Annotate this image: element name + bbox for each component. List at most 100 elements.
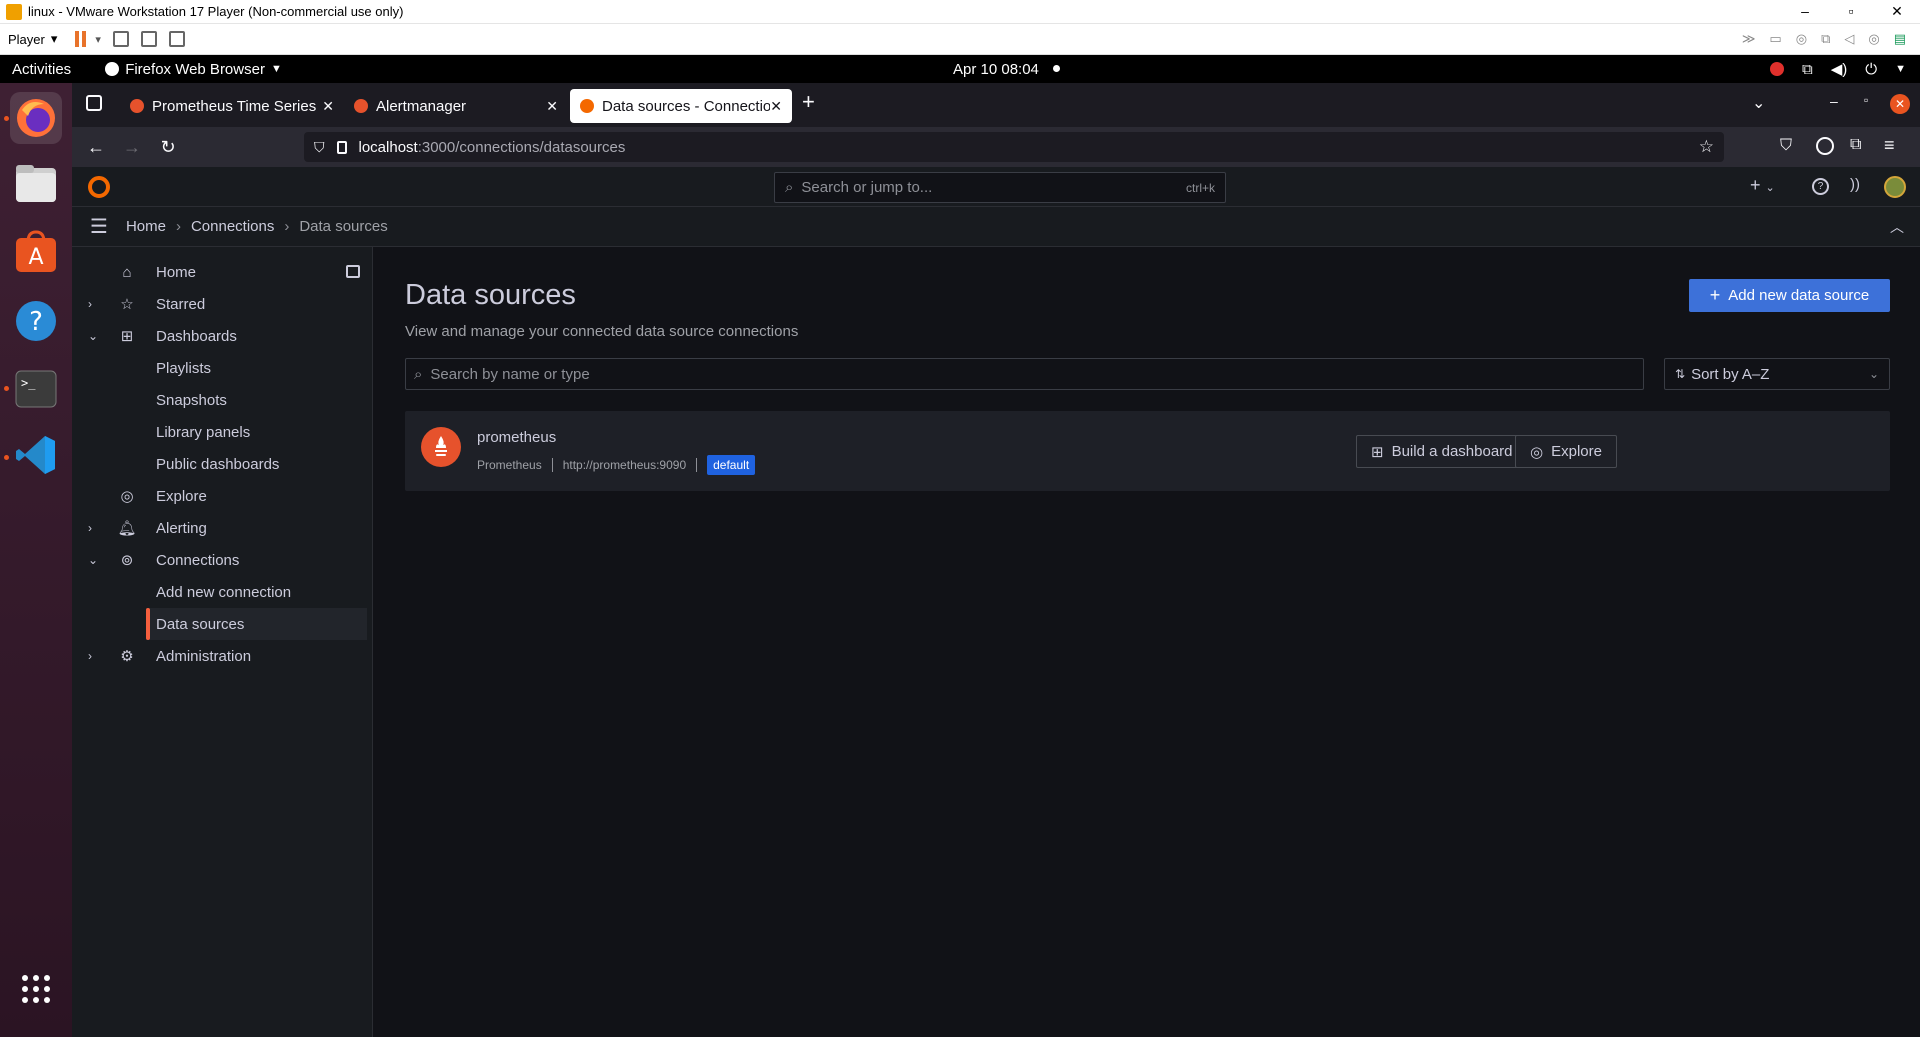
chevron-down-icon[interactable]: ⌄ bbox=[88, 329, 98, 343]
nav-item-data-sources[interactable]: Data sources bbox=[146, 608, 367, 640]
activities-button[interactable]: Activities bbox=[12, 61, 71, 78]
build-dashboard-label: Build a dashboard bbox=[1391, 443, 1513, 460]
terminal-icon[interactable]: >_ bbox=[10, 363, 62, 415]
forward-button[interactable]: → bbox=[114, 137, 150, 158]
sound-icon[interactable]: ◁ bbox=[1844, 31, 1854, 47]
grafana-logo-icon[interactable] bbox=[88, 176, 110, 198]
connections-icon: ⊚ bbox=[120, 552, 134, 569]
message-log-icon[interactable]: ▤ bbox=[1894, 31, 1906, 47]
clock[interactable]: Apr 10 08:04 bbox=[953, 61, 1039, 78]
nav-item-connections[interactable]: ⌄ ⊚ Connections bbox=[72, 544, 373, 576]
app-center-icon[interactable]: A bbox=[10, 226, 62, 278]
global-search-input[interactable]: ⌕ Search or jump to... ctrl+k bbox=[774, 172, 1226, 203]
minimize-button[interactable]: – bbox=[1782, 3, 1828, 20]
volume-icon[interactable]: ◀) bbox=[1831, 60, 1848, 78]
nav-label: Administration bbox=[156, 647, 252, 665]
close-icon[interactable]: ✕ bbox=[770, 98, 782, 115]
url-bar[interactable]: ⛉ localhost:3000/connections/datasources… bbox=[304, 132, 1724, 162]
close-window-button[interactable]: ✕ bbox=[1890, 94, 1910, 114]
close-icon[interactable]: ✕ bbox=[322, 98, 334, 115]
tab-prometheus[interactable]: Prometheus Time Series ✕ bbox=[120, 89, 344, 123]
active-indicator bbox=[146, 608, 150, 640]
nav-item-snapshots[interactable]: Snapshots bbox=[72, 384, 373, 416]
explore-button[interactable]: ◎ Explore bbox=[1515, 435, 1617, 468]
firefox-tab-strip: Prometheus Time Series ✕ Alertmanager ✕ … bbox=[72, 83, 1920, 127]
breadcrumb-connections[interactable]: Connections bbox=[191, 218, 274, 235]
tab-data-sources[interactable]: Data sources - Connectio ✕ bbox=[570, 89, 792, 123]
help-icon[interactable]: ? bbox=[10, 295, 62, 347]
back-button[interactable]: ← bbox=[78, 137, 114, 158]
nav-item-library-panels[interactable]: Library panels bbox=[72, 416, 373, 448]
chevron-right-icon[interactable]: › bbox=[88, 297, 92, 311]
data-source-search-input[interactable]: ⌕ Search by name or type bbox=[405, 358, 1644, 390]
restore-button[interactable]: ▫ bbox=[1864, 93, 1868, 107]
extensions-icon[interactable]: ⧉ bbox=[1850, 136, 1861, 154]
player-menu[interactable]: Player ▾ bbox=[8, 31, 57, 47]
news-feed-icon[interactable]: )) bbox=[1850, 176, 1860, 193]
bookmark-star-icon[interactable]: ☆ bbox=[1699, 137, 1714, 157]
plus-icon: + bbox=[1709, 285, 1721, 305]
nav-item-playlists[interactable]: Playlists bbox=[72, 352, 373, 384]
home-icon: ⌂ bbox=[122, 263, 132, 281]
network-icon[interactable]: ⧉ bbox=[1821, 31, 1830, 47]
nav-item-add-new-connection[interactable]: Add new connection bbox=[72, 576, 373, 608]
nav-item-public-dashboards[interactable]: Public dashboards bbox=[72, 448, 373, 480]
page-info-icon[interactable] bbox=[336, 140, 347, 154]
grafana-top-bar: ⌕ Search or jump to... ctrl+k + ⌄ ? )) bbox=[72, 167, 1920, 207]
hard-disk-icon[interactable]: ▭ bbox=[1769, 31, 1781, 47]
app-grid-icon[interactable] bbox=[10, 963, 62, 1015]
forward-devices-icon[interactable]: ≫ bbox=[1742, 31, 1756, 47]
nav-item-explore[interactable]: ◎ Explore bbox=[72, 480, 373, 512]
list-all-tabs-icon[interactable]: ⌄ bbox=[1752, 93, 1765, 113]
gnome-top-bar: Activities Firefox Web Browser ▼ Apr 10 … bbox=[0, 55, 1920, 83]
new-tab-button[interactable]: + bbox=[802, 89, 815, 115]
nav-item-home[interactable]: ⌂ Home bbox=[72, 256, 373, 288]
help-icon[interactable]: ? bbox=[1812, 178, 1829, 195]
sort-select[interactable]: ⇅ Sort by A–Z ⌄ bbox=[1664, 358, 1890, 390]
firefox-icon[interactable] bbox=[10, 92, 62, 144]
fullscreen-icon[interactable] bbox=[140, 31, 157, 47]
chevron-down-icon[interactable]: ▾ bbox=[95, 33, 101, 46]
add-new-data-source-button[interactable]: + Add new data source bbox=[1689, 279, 1890, 312]
tab-alertmanager[interactable]: Alertmanager ✕ bbox=[344, 89, 568, 123]
tab-overview-icon[interactable] bbox=[86, 95, 102, 111]
shield-icon[interactable]: ⛉ bbox=[314, 139, 325, 156]
vscode-icon[interactable] bbox=[10, 429, 62, 481]
app-menu[interactable]: Firefox Web Browser ▼ bbox=[105, 61, 282, 78]
page-title: Data sources bbox=[405, 279, 576, 311]
minimize-button[interactable]: – bbox=[1830, 93, 1838, 109]
reload-button[interactable]: ↻ bbox=[150, 137, 186, 158]
network-icon[interactable]: ⧉ bbox=[1802, 61, 1813, 78]
chevron-down-icon[interactable]: ⌄ bbox=[88, 553, 98, 567]
chevron-right-icon[interactable]: › bbox=[88, 521, 92, 535]
nav-item-alerting[interactable]: › 🔔︎ Alerting bbox=[72, 512, 373, 544]
pause-icon[interactable] bbox=[75, 31, 89, 47]
unity-icon[interactable] bbox=[168, 31, 185, 47]
do-not-disturb-icon[interactable] bbox=[1769, 62, 1784, 76]
power-icon[interactable]: ⏻ bbox=[1865, 61, 1877, 78]
account-icon[interactable] bbox=[1816, 137, 1834, 155]
send-ctrl-alt-del-icon[interactable] bbox=[112, 31, 129, 47]
data-source-name[interactable]: prometheus bbox=[477, 429, 556, 446]
maximize-button[interactable]: ▫ bbox=[1828, 3, 1874, 20]
avatar[interactable] bbox=[1884, 176, 1906, 198]
nav-item-administration[interactable]: › ⚙ Administration bbox=[72, 640, 373, 672]
usb-icon[interactable]: ◎ bbox=[1868, 31, 1879, 47]
breadcrumb-home[interactable]: Home bbox=[126, 218, 166, 235]
nav-item-dashboards[interactable]: ⌄ ⊞ Dashboards bbox=[72, 320, 373, 352]
nav-label: Data sources bbox=[156, 615, 245, 633]
data-source-card[interactable]: prometheus Prometheus http://prometheus:… bbox=[405, 411, 1890, 491]
collapse-icon[interactable]: ︿ bbox=[1890, 217, 1904, 237]
chevron-right-icon[interactable]: › bbox=[88, 649, 92, 663]
cd-icon[interactable]: ◎ bbox=[1796, 31, 1807, 47]
chevron-down-icon[interactable]: ▼ bbox=[1895, 63, 1906, 75]
menu-toggle-icon[interactable]: ☰ bbox=[90, 214, 108, 239]
files-icon[interactable] bbox=[10, 158, 62, 210]
menu-icon[interactable]: ≡ bbox=[1884, 135, 1895, 156]
build-dashboard-button[interactable]: ⊞ Build a dashboard bbox=[1356, 435, 1528, 468]
pocket-icon[interactable]: ⛉ bbox=[1780, 137, 1792, 155]
nav-item-starred[interactable]: › ☆ Starred bbox=[72, 288, 373, 320]
close-window-button[interactable]: ✕ bbox=[1874, 3, 1920, 20]
add-menu-button[interactable]: + ⌄ bbox=[1750, 175, 1775, 196]
close-icon[interactable]: ✕ bbox=[546, 98, 558, 115]
